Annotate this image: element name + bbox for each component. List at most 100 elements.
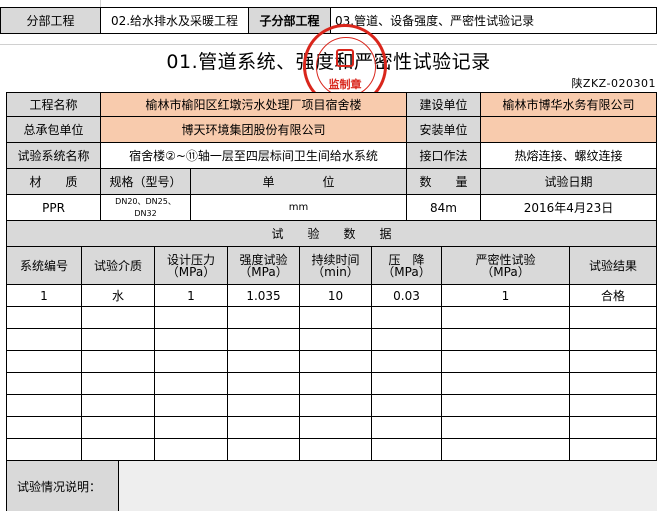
table-cell-drop — [372, 395, 442, 417]
table-cell-medium — [82, 373, 155, 395]
table-cell-system-no — [6, 373, 82, 395]
system-name-value: 宿舍楼②~⑪轴一层至四层标间卫生间给水系统 — [101, 143, 407, 169]
table-cell-result — [570, 373, 657, 395]
table-cell-strength — [228, 373, 300, 395]
unit-value: mm — [191, 195, 407, 221]
table-cell-result — [570, 329, 657, 351]
test-date-label: 试验日期 — [481, 169, 657, 195]
table-cell-result — [570, 395, 657, 417]
table-cell-tightness: 1 — [442, 285, 570, 307]
table-cell-tightness — [442, 395, 570, 417]
table-cell-duration — [300, 373, 372, 395]
spec-label: 规格（型号） — [101, 169, 191, 195]
table-cell-strength — [228, 307, 300, 329]
seal-text: 监制章 — [328, 78, 362, 91]
joint-method-label: 接口作法 — [407, 143, 481, 169]
table-cell-drop — [372, 351, 442, 373]
table-cell-tightness — [442, 351, 570, 373]
joint-method-value: 热熔连接、螺纹连接 — [481, 143, 657, 169]
table-cell-design-pressure — [155, 373, 228, 395]
table-cell-result — [570, 351, 657, 373]
table-cell-drop — [372, 373, 442, 395]
col-design-pressure-line1: 设计压力 — [166, 252, 215, 267]
material-value: PPR — [6, 195, 101, 221]
test-data-section-title: 试 验 数 据 — [6, 221, 657, 247]
material-label: 材 质 — [6, 169, 101, 195]
table-cell-drop — [372, 329, 442, 351]
table-cell-strength — [228, 395, 300, 417]
spec-value-line2: DN32 — [134, 208, 157, 218]
test-date-value: 2016年4月23日 — [481, 195, 657, 221]
table-cell-drop — [372, 439, 442, 461]
table-cell-medium — [82, 307, 155, 329]
col-strength-line2: （MPa） — [239, 264, 288, 279]
table-cell-system-no — [6, 329, 82, 351]
table-cell-result — [570, 417, 657, 439]
form-code: 陕ZKZ-020301 — [571, 77, 656, 90]
table-cell-duration — [300, 439, 372, 461]
table-cell-medium — [82, 439, 155, 461]
table-cell-duration — [300, 307, 372, 329]
col-strength-test: 强度试验 （MPa） — [228, 247, 300, 285]
installer-value — [481, 117, 657, 143]
table-cell-strength — [228, 417, 300, 439]
form-title: 01.管道系统、强度和严密性试验记录 — [166, 51, 491, 73]
table-cell-duration — [300, 395, 372, 417]
remarks-value — [119, 461, 657, 511]
col-duration: 持续时间 （min） — [300, 247, 372, 285]
col-design-pressure-line2: （MPa） — [166, 264, 216, 279]
table-cell-system-no — [6, 307, 82, 329]
table-cell-drop: 0.03 — [372, 285, 442, 307]
col-duration-line2: （min） — [312, 264, 359, 279]
subdivision-value: 02.给水排水及采暖工程 — [101, 8, 249, 34]
col-strength-line1: 强度试验 — [239, 252, 288, 267]
table-cell-system-no — [6, 417, 82, 439]
table-cell-design-pressure — [155, 417, 228, 439]
table-cell-design-pressure — [155, 395, 228, 417]
col-tightness-test: 严密性试验 （MPa） — [442, 247, 570, 285]
table-cell-design-pressure — [155, 351, 228, 373]
remarks-label: 试验情况说明： — [6, 461, 119, 511]
table-cell-medium — [82, 417, 155, 439]
table-cell-tightness — [442, 329, 570, 351]
owner-label: 建设单位 — [407, 93, 481, 117]
sub-subdivision-label: 子分部工程 — [249, 8, 331, 34]
table-cell-system-no: 1 — [6, 285, 82, 307]
subdivision-label: 分部工程 — [0, 8, 101, 34]
spec-value-line1: DN20、DN25、 — [115, 196, 176, 206]
col-pressure-drop: 压 降 （MPa） — [372, 247, 442, 285]
table-cell-design-pressure — [155, 329, 228, 351]
owner-value: 榆林市博华水务有限公司 — [481, 93, 657, 117]
table-cell-system-no — [6, 351, 82, 373]
contractor-label: 总承包单位 — [6, 117, 101, 143]
col-tightness-line2: （MPa） — [481, 264, 530, 279]
system-name-label: 试验系统名称 — [6, 143, 101, 169]
col-drop-line2: （MPa） — [382, 264, 431, 279]
col-medium: 试验介质 — [82, 247, 155, 285]
table-cell-medium: 水 — [82, 285, 155, 307]
sub-subdivision-value: 03.管道、设备强度、严密性试验记录 — [331, 8, 657, 34]
project-name-value: 榆林市榆阳区红墩污水处理厂项目宿舍楼 — [101, 93, 407, 117]
table-cell-strength — [228, 351, 300, 373]
table-cell-drop — [372, 307, 442, 329]
table-cell-medium — [82, 395, 155, 417]
table-cell-system-no — [6, 439, 82, 461]
table-cell-tightness — [442, 417, 570, 439]
col-drop-line1: 压 降 — [388, 252, 425, 267]
table-cell-duration: 10 — [300, 285, 372, 307]
table-cell-medium — [82, 351, 155, 373]
unit-label: 单 位 — [191, 169, 407, 195]
table-cell-tightness — [442, 307, 570, 329]
quantity-label: 数 量 — [407, 169, 481, 195]
table-cell-design-pressure: 1 — [155, 285, 228, 307]
table-cell-design-pressure — [155, 439, 228, 461]
table-cell-design-pressure — [155, 307, 228, 329]
table-cell-drop — [372, 417, 442, 439]
table-cell-medium — [82, 329, 155, 351]
table-cell-duration — [300, 417, 372, 439]
project-name-label: 工程名称 — [6, 93, 101, 117]
col-duration-line1: 持续时间 — [311, 252, 360, 267]
quantity-value: 84m — [407, 195, 481, 221]
table-cell-result — [570, 307, 657, 329]
table-cell-tightness — [442, 373, 570, 395]
